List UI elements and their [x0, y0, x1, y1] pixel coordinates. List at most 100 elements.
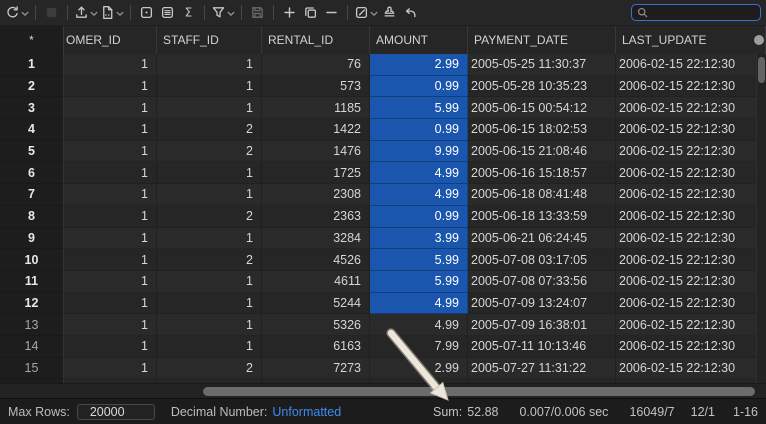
decimal-format-selector[interactable]: Unformatted	[272, 405, 341, 419]
cell-customer-id[interactable]: 1	[64, 358, 157, 380]
cell-rental-id[interactable]: 76	[262, 54, 370, 76]
cell-amount[interactable]: 5.99	[370, 249, 468, 271]
cell-customer-id[interactable]: 1	[64, 141, 157, 163]
cell-payment-date[interactable]: 2005-07-08 03:17:05	[468, 249, 616, 271]
cell-amount[interactable]: 4.99	[370, 184, 468, 206]
cell-last-update[interactable]: 2006-02-15 22:12:30	[616, 184, 766, 206]
cell-last-update[interactable]: 2006-02-15 22:12:30	[616, 206, 766, 228]
row-number[interactable]: 1	[0, 54, 64, 76]
cell-amount[interactable]: 9.99	[370, 141, 468, 163]
row-number[interactable]: 13	[0, 314, 64, 336]
cell-rental-id[interactable]: 2363	[262, 206, 370, 228]
column-header-omer_id[interactable]: OMER_ID	[64, 26, 157, 54]
cell-payment-date[interactable]: 2005-06-18 08:41:48	[468, 184, 616, 206]
row-number[interactable]: 4	[0, 119, 64, 141]
cell-last-update[interactable]: 2006-02-15 22:12:30	[616, 54, 766, 76]
cell-amount[interactable]: 2.99	[370, 54, 468, 76]
row-number[interactable]: 8	[0, 206, 64, 228]
cell-payment-date[interactable]: 2005-06-18 13:33:59	[468, 206, 616, 228]
cell-amount[interactable]: 4.99	[370, 293, 468, 315]
cell-amount[interactable]: 0.99	[370, 76, 468, 98]
cell-staff-id[interactable]: 2	[157, 206, 262, 228]
cell-customer-id[interactable]: 1	[64, 336, 157, 358]
cell-payment-date[interactable]: 2005-05-25 11:30:37	[468, 54, 616, 76]
cell-payment-date[interactable]: 2005-06-15 21:08:46	[468, 141, 616, 163]
vertical-scrollbar[interactable]	[756, 54, 766, 384]
cell-payment-date[interactable]: 2005-06-21 06:24:45	[468, 228, 616, 250]
cell-payment-date[interactable]: 2005-06-16 15:18:57	[468, 162, 616, 184]
column-header-last_update[interactable]: LAST_UPDATE	[616, 26, 766, 54]
cell-amount[interactable]: 7.99	[370, 336, 468, 358]
column-header-row-selector[interactable]: *	[0, 26, 64, 54]
cell-rental-id[interactable]: 3284	[262, 228, 370, 250]
cell-rental-id[interactable]: 1476	[262, 141, 370, 163]
cell-amount[interactable]: 3.99	[370, 228, 468, 250]
save-button[interactable]	[247, 2, 268, 24]
cell-customer-id[interactable]: 1	[64, 119, 157, 141]
column-header-staff_id[interactable]: STAFF_ID	[157, 26, 262, 54]
sigma-button[interactable]: Σ	[178, 2, 199, 24]
cell-rental-id[interactable]: 573	[262, 76, 370, 98]
cell-staff-id[interactable]: 2	[157, 249, 262, 271]
cell-customer-id[interactable]: 1	[64, 184, 157, 206]
cell-last-update[interactable]: 2006-02-15 22:12:30	[616, 97, 766, 119]
cell-rental-id[interactable]: 2308	[262, 184, 370, 206]
row-number[interactable]: 10	[0, 249, 64, 271]
cell-payment-date[interactable]: 2005-06-15 18:02:53	[468, 119, 616, 141]
cell-rental-id[interactable]: 1725	[262, 162, 370, 184]
cell-payment-date[interactable]: 2005-07-09 13:24:07	[468, 293, 616, 315]
cell-last-update[interactable]: 2006-02-15 22:12:30	[616, 336, 766, 358]
stamp-button[interactable]	[379, 2, 400, 24]
cell-customer-id[interactable]: 1	[64, 314, 157, 336]
cell-last-update[interactable]: 2006-02-15 22:12:30	[616, 141, 766, 163]
row-number[interactable]: 5	[0, 141, 64, 163]
stop-button[interactable]	[41, 2, 62, 24]
row-number[interactable]: 2	[0, 76, 64, 98]
cell-staff-id[interactable]: 1	[157, 228, 262, 250]
cell-staff-id[interactable]: 1	[157, 293, 262, 315]
cell-amount[interactable]: 0.99	[370, 206, 468, 228]
cell-customer-id[interactable]: 1	[64, 249, 157, 271]
row-number[interactable]: 6	[0, 162, 64, 184]
cell-customer-id[interactable]: 1	[64, 228, 157, 250]
cell-rental-id[interactable]: 5326	[262, 314, 370, 336]
cell-amount[interactable]: 0.99	[370, 119, 468, 141]
row-number[interactable]: 9	[0, 228, 64, 250]
filter-button[interactable]	[210, 2, 236, 24]
cell-staff-id[interactable]: 2	[157, 141, 262, 163]
cell-payment-date[interactable]: 2005-07-08 07:33:56	[468, 271, 616, 293]
row-number[interactable]: 7	[0, 184, 64, 206]
cell-staff-id[interactable]: 2	[157, 119, 262, 141]
row-number[interactable]: 14	[0, 336, 64, 358]
row-number[interactable]: 15	[0, 358, 64, 380]
cell-customer-id[interactable]: 1	[64, 206, 157, 228]
cell-staff-id[interactable]: 1	[157, 54, 262, 76]
cell-rental-id[interactable]: 6163	[262, 336, 370, 358]
column-header-payment_date[interactable]: PAYMENT_DATE	[468, 26, 616, 54]
cell-customer-id[interactable]: 1	[64, 76, 157, 98]
cell-staff-id[interactable]: 1	[157, 336, 262, 358]
cell-customer-id[interactable]: 1	[64, 271, 157, 293]
cell-staff-id[interactable]: 1	[157, 97, 262, 119]
edit-button[interactable]	[353, 2, 379, 24]
search-input[interactable]	[652, 5, 755, 21]
column-header-rental_id[interactable]: RENTAL_ID	[262, 26, 370, 54]
cell-payment-date[interactable]: 2005-07-11 10:13:46	[468, 336, 616, 358]
cell-rental-id[interactable]: 1422	[262, 119, 370, 141]
cell-payment-date[interactable]: 2005-06-15 00:54:12	[468, 97, 616, 119]
refresh-button[interactable]	[4, 2, 30, 24]
cell-rental-id[interactable]: 1185	[262, 97, 370, 119]
cell-customer-id[interactable]: 1	[64, 293, 157, 315]
cell-rental-id[interactable]: 7273	[262, 358, 370, 380]
column-header-amount[interactable]: AMOUNT	[370, 26, 468, 54]
cell-last-update[interactable]: 2006-02-15 22:12:30	[616, 249, 766, 271]
duplicate-row-button[interactable]	[300, 2, 321, 24]
cell-staff-id[interactable]: 1	[157, 76, 262, 98]
cell-staff-id[interactable]: 2	[157, 358, 262, 380]
cell-customer-id[interactable]: 1	[64, 97, 157, 119]
cell-payment-date[interactable]: 2005-07-27 11:31:22	[468, 358, 616, 380]
cell-amount[interactable]: 5.99	[370, 97, 468, 119]
cell-last-update[interactable]: 2006-02-15 22:12:30	[616, 293, 766, 315]
row-number[interactable]: 12	[0, 293, 64, 315]
cell-last-update[interactable]: 2006-02-15 22:12:30	[616, 119, 766, 141]
